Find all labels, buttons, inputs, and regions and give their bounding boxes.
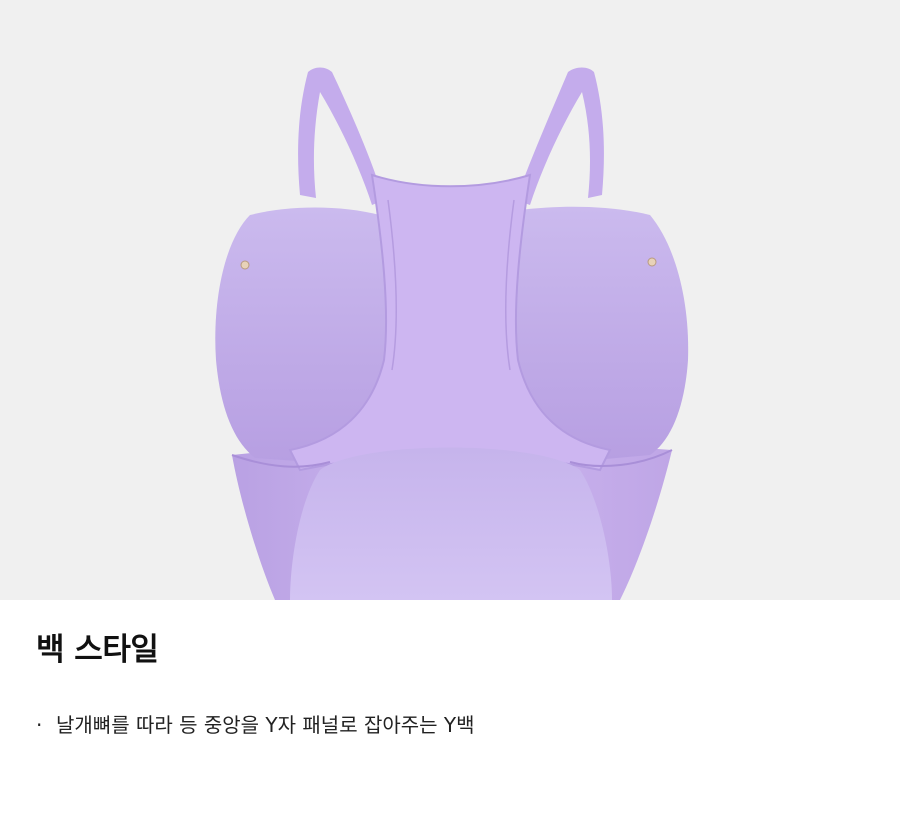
- section-title: 백 스타일: [36, 632, 159, 668]
- lower-back-opening: [290, 447, 612, 600]
- left-strap: [298, 67, 384, 205]
- feature-bullet: · 날개뼈를 따라 등 중앙을 Y자 패널로 잡아주는 Y백: [36, 712, 475, 738]
- feature-description: 날개뼈를 따라 등 중앙을 Y자 패널로 잡아주는 Y백: [56, 713, 475, 737]
- bullet-marker: ·: [36, 713, 43, 737]
- swimsuit-back-illustration: [215, 67, 689, 600]
- product-image: [0, 0, 900, 600]
